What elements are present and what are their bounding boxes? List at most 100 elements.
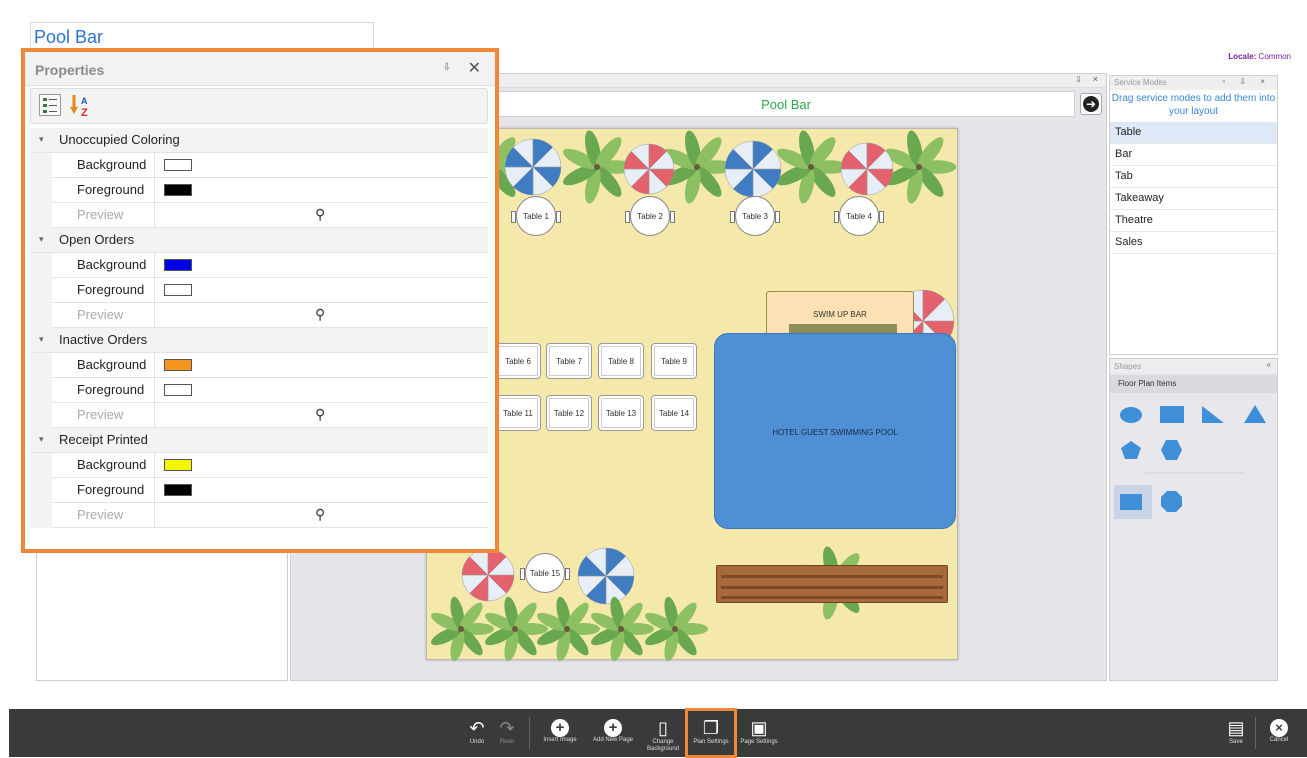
page-title-bar: Pool Bar xyxy=(497,91,1075,117)
service-mode-theatre[interactable]: Theatre xyxy=(1110,210,1277,232)
service-mode-sales[interactable]: Sales xyxy=(1110,232,1277,254)
property-label: Preview xyxy=(77,207,124,222)
table-3[interactable]: Table 3 xyxy=(730,196,780,236)
service-mode-takeaway[interactable]: Takeaway xyxy=(1110,188,1277,210)
property-category[interactable]: ▾ Unoccupied Coloring xyxy=(30,128,488,153)
service-mode-table[interactable]: Table xyxy=(1110,122,1277,144)
table-8[interactable]: Table 8 xyxy=(598,343,644,379)
sort-az-icon[interactable]: AZ xyxy=(69,93,93,122)
umbrella-icon[interactable] xyxy=(840,142,894,196)
right-triangle-icon[interactable] xyxy=(1202,406,1224,423)
table-9[interactable]: Table 9 xyxy=(651,343,697,379)
color-property-row[interactable]: Background xyxy=(30,453,488,478)
color-property-row[interactable]: Foreground xyxy=(30,178,488,203)
panel-controls[interactable]: ▫ ⇩ × xyxy=(1222,77,1271,86)
table-12[interactable]: Table 12 xyxy=(546,395,592,431)
color-property-row[interactable]: Background xyxy=(30,353,488,378)
categorized-view-icon[interactable] xyxy=(39,94,61,116)
octagon-icon[interactable] xyxy=(1161,491,1182,512)
magnifier-icon[interactable]: ⚲ xyxy=(315,306,325,323)
property-name-cell: Foreground xyxy=(52,178,155,203)
hexagon-icon[interactable] xyxy=(1161,440,1182,460)
preview-row[interactable]: Preview ⚲ xyxy=(30,203,488,228)
table-7[interactable]: Table 7 xyxy=(546,343,592,379)
add-new-page-button[interactable]: + Add New Page xyxy=(587,709,639,757)
color-swatch[interactable] xyxy=(164,459,192,471)
preview-row[interactable]: Preview ⚲ xyxy=(30,503,488,528)
table-4[interactable]: Table 4 xyxy=(834,196,884,236)
rectangle-icon[interactable] xyxy=(1120,494,1142,510)
preview-row[interactable]: Preview ⚲ xyxy=(30,303,488,328)
property-name-cell: Background xyxy=(52,153,155,178)
umbrella-icon[interactable] xyxy=(461,548,515,602)
property-category[interactable]: ▾ Receipt Printed xyxy=(30,428,488,453)
insert-image-button[interactable]: + Insert Image xyxy=(537,709,583,757)
table-2[interactable]: Table 2 xyxy=(625,196,675,236)
table-15[interactable]: Table 15 xyxy=(520,553,570,593)
close-icon[interactable]: × xyxy=(1093,74,1098,84)
bench[interactable] xyxy=(716,565,948,603)
umbrella-icon[interactable] xyxy=(724,140,782,198)
palm-tree-icon[interactable] xyxy=(560,129,635,205)
palm-tree-icon[interactable] xyxy=(882,129,957,205)
color-property-row[interactable]: Foreground xyxy=(30,378,488,403)
properties-header: Properties ⇩ ✕ xyxy=(25,52,495,86)
color-property-row[interactable]: Background xyxy=(30,153,488,178)
cancel-button[interactable]: × Cancel xyxy=(1265,709,1293,757)
svg-text:A: A xyxy=(81,96,88,106)
locale-indicator: Locale: Common xyxy=(1228,52,1291,61)
table-6[interactable]: Table 6 xyxy=(495,343,541,379)
service-mode-tab[interactable]: Tab xyxy=(1110,166,1277,188)
magnifier-icon[interactable]: ⚲ xyxy=(315,506,325,523)
pin-icon[interactable]: ⇩ xyxy=(1075,75,1082,84)
rectangle-icon[interactable] xyxy=(1160,406,1184,423)
magnifier-icon[interactable]: ⚲ xyxy=(315,206,325,223)
color-swatch[interactable] xyxy=(164,359,192,371)
page-settings-button[interactable]: ▣ Page Settings xyxy=(736,709,782,757)
next-page-button[interactable]: ➜ xyxy=(1080,93,1102,115)
color-property-row[interactable]: Background xyxy=(30,253,488,278)
palm-tree-icon[interactable] xyxy=(774,129,849,205)
color-swatch[interactable] xyxy=(164,484,192,496)
floor-plan-canvas[interactable]: SWIM UP BAR HOTEL GUEST SWIMMING POOL Ta… xyxy=(426,128,958,661)
properties-toolbar: AZ xyxy=(30,88,488,124)
table-13[interactable]: Table 13 xyxy=(598,395,644,431)
chevron-down-icon: ▾ xyxy=(39,134,44,144)
umbrella-icon[interactable] xyxy=(577,547,635,605)
umbrella-icon[interactable] xyxy=(504,138,562,196)
magnifier-icon[interactable]: ⚲ xyxy=(315,406,325,423)
color-swatch[interactable] xyxy=(164,184,192,196)
property-category[interactable]: ▾ Open Orders xyxy=(30,228,488,253)
undo-button[interactable]: ↶ Undo xyxy=(464,709,490,757)
color-swatch[interactable] xyxy=(164,259,192,271)
color-property-row[interactable]: Foreground xyxy=(30,278,488,303)
ellipse-icon[interactable] xyxy=(1120,407,1142,423)
table-1[interactable]: Table 1 xyxy=(511,196,561,236)
color-property-row[interactable]: Foreground xyxy=(30,478,488,503)
change-background-button[interactable]: ▯ Change Background xyxy=(643,709,683,757)
plan-title-field[interactable]: Pool Bar xyxy=(30,22,374,50)
umbrella-icon[interactable] xyxy=(623,143,675,195)
palm-tree-icon[interactable] xyxy=(429,595,494,661)
shapes-palette xyxy=(1120,405,1266,512)
color-swatch[interactable] xyxy=(164,159,192,171)
redo-button[interactable]: ↷ Redo xyxy=(494,709,520,757)
pentagon-icon[interactable] xyxy=(1121,441,1141,459)
table-14[interactable]: Table 14 xyxy=(651,395,697,431)
service-mode-bar[interactable]: Bar xyxy=(1110,144,1277,166)
swimming-pool[interactable]: HOTEL GUEST SWIMMING POOL xyxy=(714,333,956,529)
save-icon: ▤ xyxy=(1227,718,1245,738)
save-button[interactable]: ▤ Save xyxy=(1223,709,1249,757)
bottom-toolbar: ↶ Undo ↷ Redo + Insert Image + Add New P… xyxy=(9,708,1307,758)
close-icon[interactable]: ✕ xyxy=(468,58,481,78)
color-swatch[interactable] xyxy=(164,384,192,396)
shapes-category[interactable]: Floor Plan Items xyxy=(1110,375,1277,393)
color-swatch[interactable] xyxy=(164,284,192,296)
plan-settings-button[interactable]: ❐ Plan Settings xyxy=(688,709,734,757)
table-11[interactable]: Table 11 xyxy=(495,395,541,431)
triangle-icon[interactable] xyxy=(1244,405,1266,423)
collapse-icon[interactable]: « xyxy=(1267,360,1271,369)
property-category[interactable]: ▾ Inactive Orders xyxy=(30,328,488,353)
preview-row[interactable]: Preview ⚲ xyxy=(30,403,488,428)
pin-icon[interactable]: ⇩ xyxy=(443,62,451,73)
